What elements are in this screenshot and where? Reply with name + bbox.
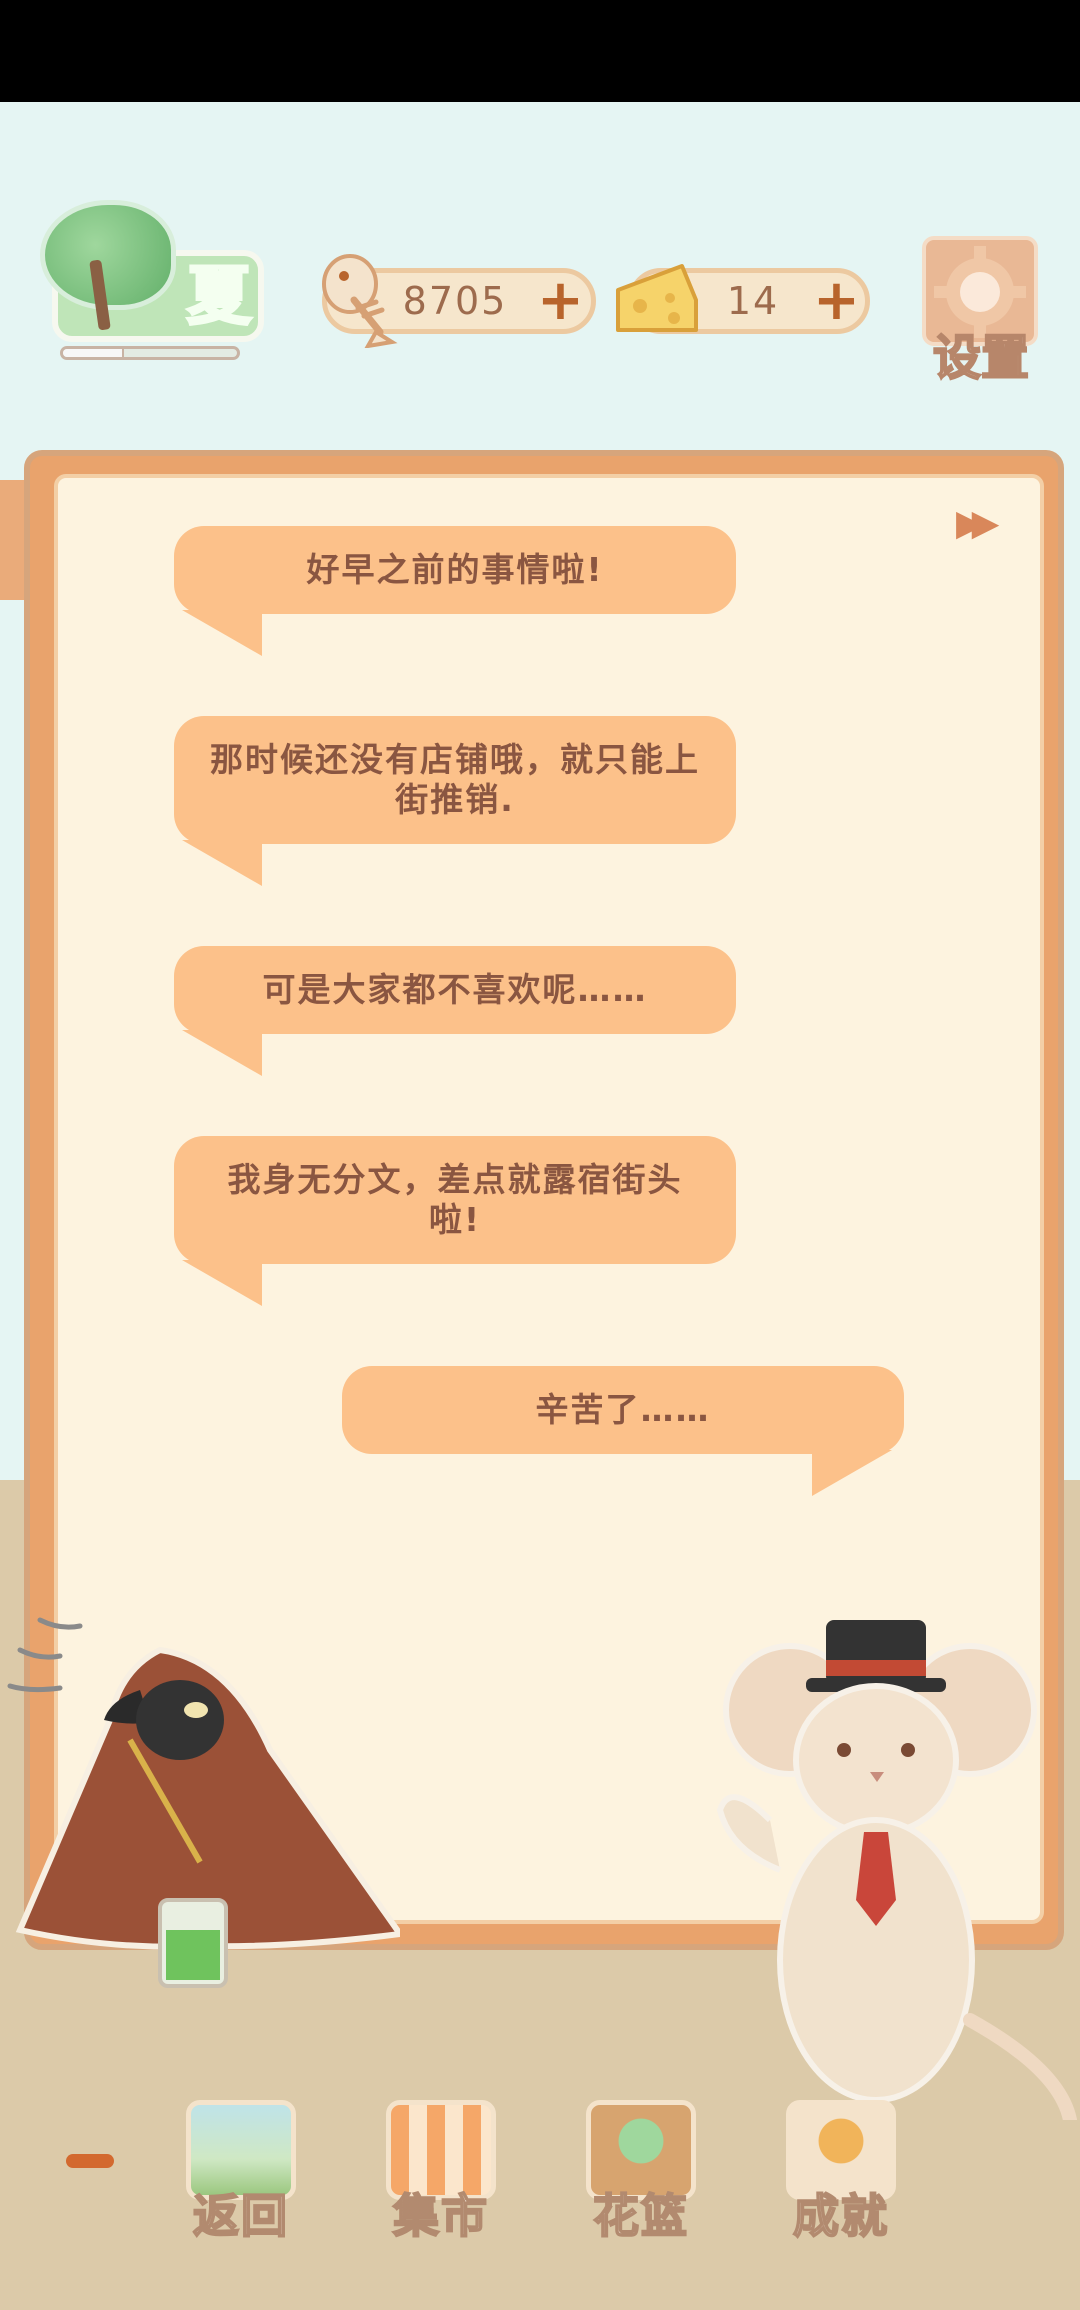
bubble-tail: [182, 1030, 262, 1076]
fast-forward-icon[interactable]: ▶▶: [956, 506, 1006, 542]
nav-achievements-button[interactable]: 成就: [776, 2100, 906, 2244]
fish-bone-icon: [322, 254, 398, 348]
tree-icon: [40, 200, 176, 310]
nav-market-label: 集市: [392, 2188, 489, 2244]
add-fish-button[interactable]: +: [537, 273, 584, 329]
cheese-icon: [616, 264, 698, 332]
nav-achievements-label: 成就: [792, 2188, 889, 2244]
crow-character: [7, 1617, 400, 1988]
settings-button[interactable]: 设置: [922, 236, 1038, 387]
dialogue-bubble: 可是大家都不喜欢呢……: [174, 946, 736, 1034]
dialogue-text: 那时候还没有店铺哦，就只能上街推销.: [210, 740, 700, 819]
nav-back-label: 返回: [192, 2188, 289, 2244]
season-badge[interactable]: 夏: [34, 200, 270, 350]
season-label: 夏: [186, 259, 253, 336]
add-cheese-button[interactable]: +: [813, 273, 860, 329]
fish-count: 8705: [402, 279, 508, 323]
collapse-nav-button[interactable]: [66, 2154, 114, 2168]
mouse-character: [716, 1620, 1077, 2120]
dialogue-text: 可是大家都不喜欢呢……: [262, 970, 648, 1009]
dialogue-bubble: 我身无分文，差点就露宿街头啦!: [174, 1136, 736, 1264]
dialogue-bubble: 辛苦了……: [342, 1366, 904, 1454]
bubble-tail: [182, 1260, 262, 1306]
dialogue-text: 好早之前的事情啦!: [306, 550, 604, 589]
nav-basket-label: 花篮: [592, 2188, 689, 2244]
nav-market-button[interactable]: 集市: [376, 2100, 506, 2244]
dialogue-bubble: 那时候还没有店铺哦，就只能上街推销.: [174, 716, 736, 844]
bubble-tail: [182, 840, 262, 886]
status-bar: [0, 0, 1080, 102]
cheese-count: 14: [726, 279, 780, 323]
nav-back-button[interactable]: 返回: [176, 2100, 306, 2244]
dialogue-bubble: 好早之前的事情啦!: [174, 526, 736, 614]
season-progress-bar: [60, 346, 240, 360]
dialogue-text: 我身无分文，差点就露宿街头啦!: [227, 1160, 683, 1239]
settings-label: 设置: [932, 329, 1030, 387]
bubble-tail: [182, 610, 262, 656]
bubble-tail: [812, 1450, 892, 1496]
nav-basket-button[interactable]: 花篮: [576, 2100, 706, 2244]
season-progress-fill: [63, 349, 124, 357]
dialogue-text: 辛苦了……: [535, 1390, 711, 1429]
